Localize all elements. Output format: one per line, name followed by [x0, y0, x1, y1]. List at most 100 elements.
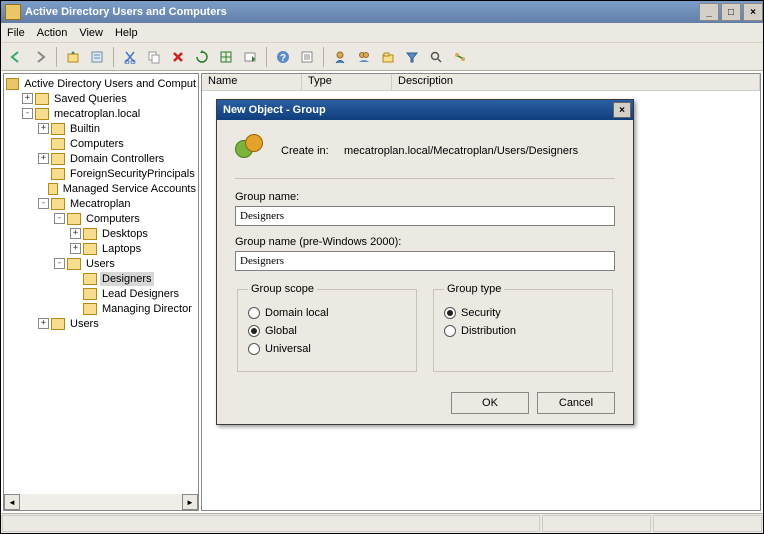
list-button[interactable] [296, 46, 318, 68]
window-title: Active Directory Users and Computers [25, 6, 697, 18]
tree-toggle-icon[interactable]: - [54, 213, 65, 224]
menu-action[interactable]: Action [37, 27, 68, 39]
ok-button[interactable]: OK [451, 392, 529, 414]
grid-button[interactable] [215, 46, 237, 68]
app-icon [5, 4, 21, 20]
tree-node[interactable]: +Laptops [6, 241, 198, 256]
create-in-label: Create in: [281, 145, 329, 157]
tree-label: Mecatroplan [68, 197, 133, 211]
type-option[interactable]: Distribution [444, 325, 602, 337]
tree-label: Builtin [68, 122, 102, 136]
tree-label: ForeignSecurityPrincipals [68, 167, 197, 181]
cancel-button[interactable]: Cancel [537, 392, 615, 414]
scope-option[interactable]: Universal [248, 343, 406, 355]
tree-label: Domain Controllers [68, 152, 166, 166]
group-name-pre2000-label: Group name (pre-Windows 2000): [235, 236, 615, 248]
tree-toggle-icon[interactable]: - [22, 108, 33, 119]
radio-icon[interactable] [248, 343, 260, 355]
toolbar: ? [1, 43, 763, 71]
tree-node[interactable]: Managing Director [6, 301, 198, 316]
tree-node[interactable]: + Saved Queries [6, 91, 198, 106]
tree-node[interactable]: - Mecatroplan [6, 196, 198, 211]
tree-toggle-icon[interactable]: + [38, 153, 49, 164]
new-ou-button[interactable] [377, 46, 399, 68]
close-button[interactable]: × [743, 3, 763, 21]
radio-icon[interactable] [444, 325, 456, 337]
menu-file[interactable]: File [7, 27, 25, 39]
tree-node[interactable]: -mecatroplan.local [6, 106, 198, 121]
menu-help[interactable]: Help [115, 27, 138, 39]
tree-node[interactable]: -Users [6, 256, 198, 271]
group-name-pre2000-input[interactable] [235, 251, 615, 271]
folder-icon [51, 318, 65, 330]
tree-node[interactable]: Computers [6, 136, 198, 151]
folder-icon [51, 138, 65, 150]
col-type[interactable]: Type [302, 74, 392, 90]
new-group-button[interactable] [353, 46, 375, 68]
tree-root[interactable]: Active Directory Users and Comput [6, 76, 198, 91]
new-user-button[interactable] [329, 46, 351, 68]
menu-view[interactable]: View [79, 27, 103, 39]
transfer-button[interactable] [449, 46, 471, 68]
tree-node[interactable]: ForeignSecurityPrincipals [6, 166, 198, 181]
folder-icon [83, 228, 97, 240]
dialog-title: New Object - Group [223, 104, 613, 116]
tree-node[interactable]: - Computers [6, 211, 198, 226]
horizontal-scrollbar[interactable]: ◄ ► [4, 494, 198, 510]
radio-icon[interactable] [444, 307, 456, 319]
folder-icon [51, 153, 65, 165]
scope-option[interactable]: Domain local [248, 307, 406, 319]
find-button[interactable] [425, 46, 447, 68]
group-type-fieldset: Group type SecurityDistribution [433, 283, 613, 372]
scroll-right-button[interactable]: ► [182, 494, 198, 510]
delete-button[interactable] [167, 46, 189, 68]
scroll-track[interactable] [20, 494, 182, 510]
tree-node[interactable]: + Builtin [6, 121, 198, 136]
tree-node[interactable]: Lead Designers [6, 286, 198, 301]
scope-option[interactable]: Global [248, 325, 406, 337]
tree-toggle-icon[interactable]: + [22, 93, 33, 104]
type-option[interactable]: Security [444, 307, 602, 319]
tree-label: Lead Designers [100, 287, 181, 301]
folder-icon [35, 108, 49, 120]
tree-toggle-icon[interactable]: + [38, 318, 49, 329]
tree-node[interactable]: + Desktops [6, 226, 198, 241]
minimize-button[interactable]: _ [699, 3, 719, 21]
tree-label: Users [68, 317, 101, 331]
back-button[interactable] [5, 46, 27, 68]
tree-toggle-icon[interactable]: + [70, 228, 81, 239]
copy-button[interactable] [143, 46, 165, 68]
radio-icon[interactable] [248, 307, 260, 319]
tree-label: Saved Queries [52, 92, 129, 106]
dialog-titlebar[interactable]: New Object - Group × [217, 100, 633, 120]
tree-node[interactable]: Designers [6, 271, 198, 286]
folder-icon [67, 213, 81, 225]
forward-button[interactable] [29, 46, 51, 68]
tree-toggle-icon[interactable]: - [38, 198, 49, 209]
tree-label: Computers [84, 212, 142, 226]
maximize-button[interactable]: □ [721, 3, 741, 21]
tree-node[interactable]: Managed Service Accounts [6, 181, 198, 196]
folder-icon [51, 123, 65, 135]
exec-button[interactable] [239, 46, 261, 68]
up-button[interactable] [62, 46, 84, 68]
group-name-input[interactable] [235, 206, 615, 226]
tree-toggle-icon[interactable]: + [70, 243, 81, 254]
col-desc[interactable]: Description [392, 74, 760, 90]
refresh-button[interactable] [191, 46, 213, 68]
dialog-close-button[interactable]: × [613, 102, 631, 118]
col-name[interactable]: Name [202, 74, 302, 90]
cut-button[interactable] [119, 46, 141, 68]
tree-node[interactable]: + Domain Controllers [6, 151, 198, 166]
tree-toggle-icon[interactable]: + [38, 123, 49, 134]
tree-label: Desktops [100, 227, 150, 241]
filter-button[interactable] [401, 46, 423, 68]
tree-toggle-icon[interactable]: - [54, 258, 65, 269]
tree-node[interactable]: + Users [6, 316, 198, 331]
folder-icon [83, 273, 97, 285]
help-button[interactable]: ? [272, 46, 294, 68]
radio-icon[interactable] [248, 325, 260, 337]
properties-button[interactable] [86, 46, 108, 68]
scroll-left-button[interactable]: ◄ [4, 494, 20, 510]
window-titlebar: Active Directory Users and Computers _ □… [1, 1, 763, 23]
